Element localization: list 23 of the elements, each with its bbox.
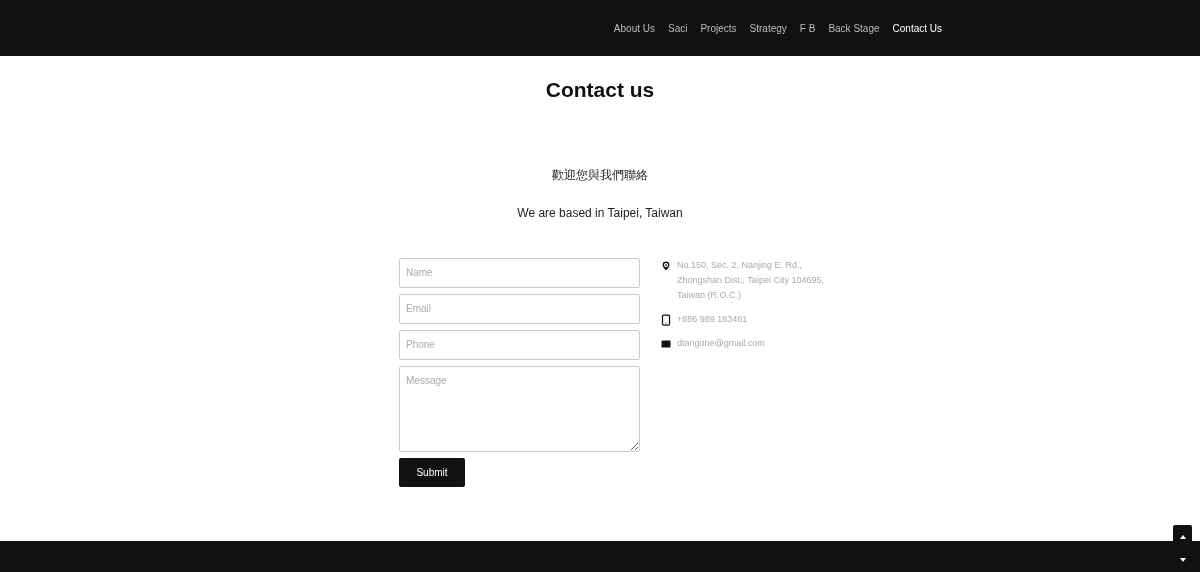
contact-info-text: No.150, Sec. 2, Nanjing E. Rd., Zhongshan Dist., Taipei City 104695, Taiwan (R.O.C.) [677, 258, 825, 302]
nav-link[interactable]: Saci [668, 20, 688, 36]
nav-link[interactable]: Projects [700, 20, 737, 36]
contact-info-text: +886 989 183461 [677, 312, 748, 326]
message-field[interactable]: Message [399, 365, 640, 452]
page-title: Contact us [545, 77, 655, 103]
input-field[interactable]: Email [399, 293, 640, 324]
input-field[interactable]: Name [399, 257, 640, 288]
input-field[interactable]: Phone [399, 329, 640, 360]
scroll-up-icon[interactable] [1179, 534, 1186, 539]
phone-icon [660, 313, 672, 326]
mail-icon [660, 337, 672, 350]
contact-info-text: dtangone@gmail.com [677, 336, 765, 350]
location-text: We are based in Taipei, Taiwan [517, 204, 683, 222]
scroll-down-icon[interactable] [1179, 558, 1186, 563]
submit-button[interactable]: Submit [399, 457, 465, 487]
nav-link[interactable]: About Us [613, 20, 655, 36]
nav-link[interactable]: Contact Us [892, 20, 942, 36]
nav-link[interactable]: F B [799, 20, 816, 36]
nav-link[interactable]: Strategy [749, 20, 787, 36]
welcome-text: 歡迎您與我們聯絡 [552, 166, 648, 184]
nav-link[interactable]: Back Stage [828, 20, 880, 36]
location-pin-icon [660, 259, 672, 272]
